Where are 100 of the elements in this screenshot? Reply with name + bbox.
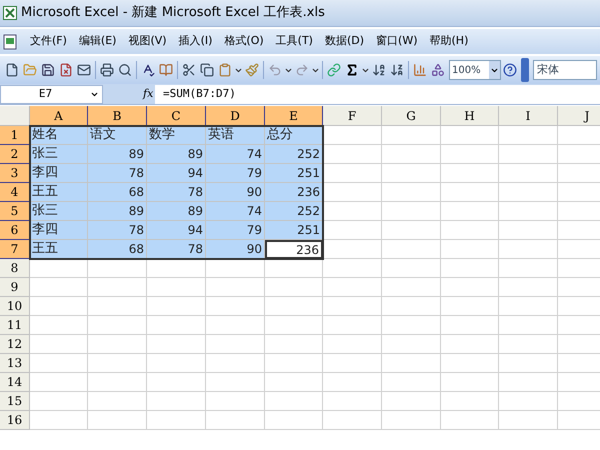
table-cell — [499, 183, 558, 202]
row-header[interactable]: 7 — [0, 240, 30, 259]
table-cell: 78 — [88, 164, 147, 183]
table-cell — [441, 335, 499, 354]
menu-item[interactable]: 编辑(E) — [72, 33, 122, 50]
chart-icon[interactable] — [411, 61, 429, 79]
help-icon[interactable] — [501, 61, 519, 79]
table-cell — [323, 297, 382, 316]
table-cell — [499, 392, 558, 411]
table-cell — [147, 259, 206, 278]
table-cell — [30, 411, 88, 430]
row-header[interactable]: 13 — [0, 354, 30, 373]
table-cell — [265, 278, 323, 297]
table-cell: 90 — [206, 240, 265, 259]
table-cell — [441, 278, 499, 297]
table-cell — [147, 373, 206, 392]
zoom-dropdown[interactable]: 100% — [449, 60, 501, 80]
table-cell: 251 — [265, 164, 323, 183]
table-cell — [88, 411, 147, 430]
row-header[interactable]: 14 — [0, 373, 30, 392]
column-header[interactable]: B — [88, 106, 147, 126]
table-cell — [382, 202, 441, 221]
search-icon[interactable] — [116, 61, 134, 79]
menu-item[interactable]: 帮助(H) — [424, 33, 474, 50]
table-cell: 李四 — [30, 164, 88, 183]
table-cell — [499, 354, 558, 373]
column-header[interactable]: I — [499, 106, 558, 126]
menu-item[interactable]: 视图(V) — [122, 33, 173, 50]
table-cell — [499, 164, 558, 183]
table-cell — [323, 354, 382, 373]
table-cell — [382, 164, 441, 183]
table-cell — [88, 373, 147, 392]
column-header[interactable]: G — [382, 106, 441, 126]
row-header[interactable]: 16 — [0, 411, 30, 430]
row-header[interactable]: 12 — [0, 335, 30, 354]
table-cell: 68 — [88, 183, 147, 202]
table-cell — [30, 392, 88, 411]
menu-item[interactable]: 插入(I) — [172, 33, 218, 50]
row-header[interactable]: 3 — [0, 164, 30, 183]
column-header[interactable]: E — [265, 106, 323, 126]
row-header[interactable]: 11 — [0, 316, 30, 335]
row-header[interactable]: 5 — [0, 202, 30, 221]
row-header[interactable]: 8 — [0, 259, 30, 278]
name-box[interactable]: E7 — [0, 84, 103, 104]
table-cell: 语文 — [88, 126, 147, 145]
font-field[interactable]: 宋体 — [533, 60, 597, 80]
table-cell: 张三 — [30, 202, 88, 221]
table-cell — [265, 316, 323, 335]
table-cell — [147, 392, 206, 411]
table-cell — [323, 221, 382, 240]
row-header[interactable]: 2 — [0, 145, 30, 164]
column-header[interactable]: A — [30, 106, 88, 126]
table-cell — [499, 202, 558, 221]
table-cell — [499, 316, 558, 335]
menu-item[interactable]: 文件(F) — [24, 33, 73, 50]
table-cell — [323, 411, 382, 430]
table-cell — [441, 354, 499, 373]
table-cell — [441, 145, 499, 164]
table-cell — [206, 316, 265, 335]
table-cell — [382, 392, 441, 411]
column-header[interactable]: H — [441, 106, 499, 126]
table-cell: 张三 — [30, 145, 88, 164]
row-header[interactable]: 9 — [0, 278, 30, 297]
table-cell: 79 — [206, 221, 265, 240]
table-cell — [30, 278, 88, 297]
menu-item[interactable]: 数据(D) — [318, 33, 370, 50]
table-cell — [30, 316, 88, 335]
formula-field[interactable]: =SUM(B7:D7) — [155, 84, 600, 104]
table-cell — [441, 259, 499, 278]
table-cell — [441, 164, 499, 183]
save-icon[interactable] — [39, 61, 57, 79]
row-header[interactable]: 10 — [0, 297, 30, 316]
row-header[interactable]: 4 — [0, 183, 30, 202]
menu-item[interactable]: 工具(T) — [270, 33, 319, 50]
table-cell: 236 — [265, 240, 323, 259]
menu-item[interactable]: 格式(O) — [218, 33, 270, 50]
table-cell — [323, 164, 382, 183]
column-header[interactable]: J — [558, 106, 600, 126]
print-icon[interactable] — [98, 61, 116, 79]
shapes-icon[interactable] — [429, 61, 447, 79]
copy-icon[interactable] — [198, 61, 216, 79]
table-cell — [441, 392, 499, 411]
table-cell — [88, 278, 147, 297]
menu-item[interactable]: 窗口(W) — [370, 33, 424, 50]
function-label[interactable]: fx — [143, 86, 155, 102]
table-cell: 王五 — [30, 183, 88, 202]
row-header[interactable]: 1 — [0, 126, 30, 145]
table-cell — [441, 126, 499, 145]
table-cell: 74 — [206, 145, 265, 164]
table-cell: 94 — [147, 164, 206, 183]
column-header[interactable]: D — [206, 106, 265, 126]
table-cell: 94 — [147, 221, 206, 240]
table-cell: 王五 — [30, 240, 88, 259]
row-header[interactable]: 15 — [0, 392, 30, 411]
table-cell — [382, 126, 441, 145]
column-header[interactable]: F — [323, 106, 382, 126]
table-cell — [499, 373, 558, 392]
row-header[interactable]: 6 — [0, 221, 30, 240]
table-cell — [88, 297, 147, 316]
column-header[interactable]: C — [147, 106, 206, 126]
